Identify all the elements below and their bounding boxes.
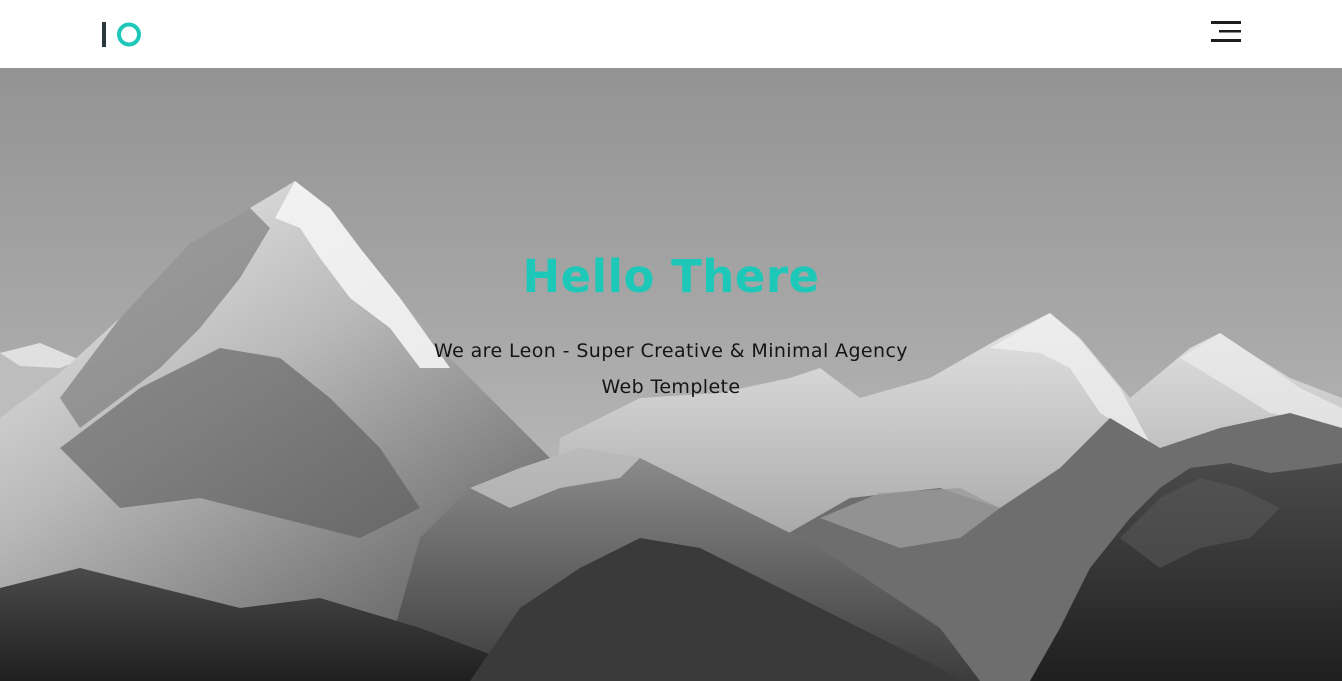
menu-line-bottom [1211, 39, 1241, 42]
hamburger-menu-icon [1211, 21, 1241, 42]
site-header [0, 0, 1342, 68]
menu-button[interactable] [1208, 20, 1244, 46]
logo-bar [102, 22, 106, 47]
io-logo-icon [102, 22, 141, 47]
menu-line-middle [1219, 30, 1241, 33]
menu-line-top [1211, 21, 1241, 24]
logo-ring [117, 22, 141, 47]
hero-subtitle: We are Leon - Super Creative & Minimal A… [434, 340, 908, 398]
logo-link[interactable] [102, 21, 144, 49]
hero-section: Hello There We are Leon - Super Creative… [0, 68, 1342, 681]
hero-title: Hello There [522, 250, 820, 303]
